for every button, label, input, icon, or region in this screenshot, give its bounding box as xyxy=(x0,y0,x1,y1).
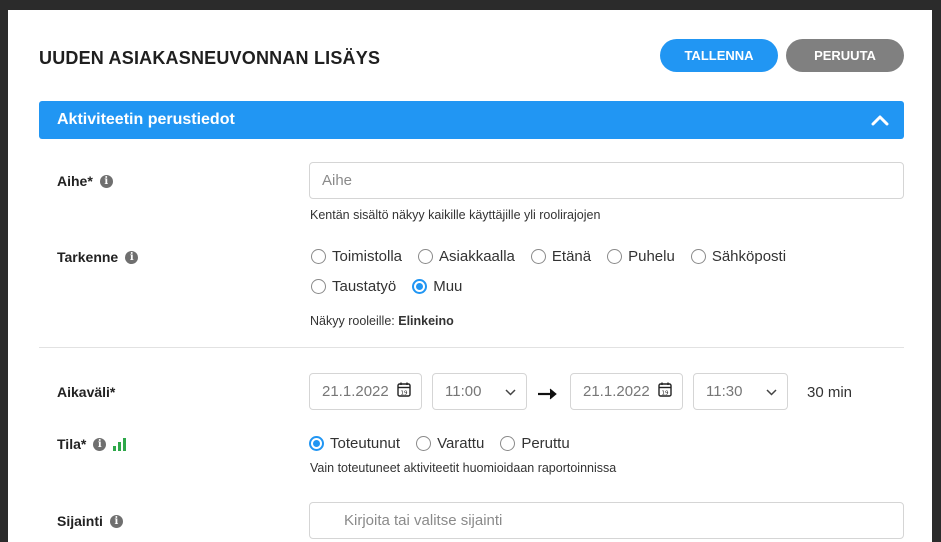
end-time-select[interactable]: 11:30 xyxy=(693,373,788,410)
radio-circle[interactable] xyxy=(311,249,326,264)
radio-sahkoposti[interactable]: Sähköposti xyxy=(690,248,787,265)
start-date-field[interactable]: 21.1.2022 19 xyxy=(309,373,422,410)
radio-toimistolla[interactable]: Toimistolla xyxy=(311,248,402,265)
sijainti-label-text: Sijainti xyxy=(57,513,103,529)
tila-label-text: Tila* xyxy=(57,436,87,452)
tila-radio-group: Toteutunut Varattu Peruttu xyxy=(309,435,586,452)
start-date-value: 21.1.2022 xyxy=(322,383,389,400)
aihe-label-text: Aihe* xyxy=(57,173,93,189)
radio-label: Etänä xyxy=(551,248,592,265)
info-icon[interactable]: i xyxy=(99,174,113,188)
signal-bars-icon xyxy=(113,437,127,451)
radio-circle[interactable] xyxy=(607,249,623,264)
tila-helper: Vain toteutuneet aktiviteetit huomioidaa… xyxy=(310,461,617,475)
tila-label: Tila* i xyxy=(57,436,127,452)
radio-label: Peruttu xyxy=(521,435,570,452)
sijainti-field xyxy=(309,502,904,539)
calendar-icon[interactable]: 19 xyxy=(658,382,672,401)
aihe-helper: Kentän sisältö näkyy kaikille käyttäjill… xyxy=(310,208,601,222)
radio-circle[interactable] xyxy=(418,249,434,264)
info-icon[interactable]: i xyxy=(125,250,139,264)
visibility-prefix: Näkyy rooleille: xyxy=(310,314,399,328)
tarkenne-visibility: Näkyy rooleille: Elinkeino xyxy=(310,314,454,328)
start-time-select[interactable]: 11:00 xyxy=(432,373,527,410)
form-sheet: UUDEN ASIAKASNEUVONNAN LISÄYS TALLENNA P… xyxy=(8,10,932,542)
info-icon[interactable]: i xyxy=(109,514,123,528)
radio-label: Puhelu xyxy=(628,248,675,265)
calendar-icon[interactable]: 19 xyxy=(397,382,411,401)
sijainti-label: Sijainti i xyxy=(57,513,123,529)
radio-circle[interactable] xyxy=(500,436,516,451)
radio-etana[interactable]: Etänä xyxy=(530,248,592,265)
radio-puhelu[interactable]: Puhelu xyxy=(607,248,675,265)
aikavali-label: Aikaväli* xyxy=(57,384,115,400)
tarkenne-label-text: Tarkenne xyxy=(57,249,119,265)
radio-circle[interactable] xyxy=(530,249,546,264)
radio-label: Toimistolla xyxy=(332,248,403,265)
chevron-up-icon[interactable] xyxy=(870,110,890,130)
aikavali-label-text: Aikaväli* xyxy=(57,384,116,400)
chevron-down-icon xyxy=(505,383,516,400)
page-title: UUDEN ASIAKASNEUVONNAN LISÄYS xyxy=(39,48,381,68)
aihe-input[interactable] xyxy=(309,162,904,199)
radio-varattu[interactable]: Varattu xyxy=(416,435,484,452)
radio-muu[interactable]: Muu xyxy=(412,278,462,295)
start-time-value: 11:00 xyxy=(445,383,482,400)
radio-circle[interactable] xyxy=(690,249,706,264)
radio-taustatyo[interactable]: Taustatyö xyxy=(311,278,396,295)
svg-text:19: 19 xyxy=(401,390,408,396)
info-icon[interactable]: i xyxy=(93,437,107,451)
radio-asiakkaalla[interactable]: Asiakkaalla xyxy=(418,248,515,265)
radio-label: Asiakkaalla xyxy=(439,248,515,265)
section-title: Aktiviteetin perustiedot xyxy=(57,111,235,128)
radio-circle[interactable] xyxy=(416,436,432,451)
section-header[interactable]: Aktiviteetin perustiedot xyxy=(39,101,904,139)
radio-label: Taustatyö xyxy=(332,278,397,295)
sijainti-input[interactable] xyxy=(309,502,904,539)
tarkenne-label: Tarkenne i xyxy=(57,249,139,265)
visibility-role: Elinkeino xyxy=(398,314,454,328)
save-button[interactable]: TALLENNA xyxy=(660,39,778,72)
tarkenne-radio-group-2: Taustatyö Muu xyxy=(311,278,478,295)
aihe-label: Aihe* i xyxy=(57,173,113,189)
radio-label: Muu xyxy=(433,278,463,295)
radio-circle[interactable] xyxy=(311,279,326,294)
radio-circle-selected[interactable] xyxy=(412,279,428,294)
end-date-value: 21.1.2022 xyxy=(583,383,650,400)
radio-circle-selected[interactable] xyxy=(309,436,324,451)
end-date-field[interactable]: 21.1.2022 19 xyxy=(570,373,683,410)
radio-peruttu[interactable]: Peruttu xyxy=(500,435,570,452)
cancel-button[interactable]: PERUUTA xyxy=(786,39,904,72)
radio-label: Toteutunut xyxy=(330,435,401,452)
radio-label: Varattu xyxy=(437,435,485,452)
radio-toteutunut[interactable]: Toteutunut xyxy=(309,435,400,452)
arrow-right-icon xyxy=(538,383,558,406)
chevron-down-icon xyxy=(766,383,777,400)
divider xyxy=(39,347,904,348)
svg-text:19: 19 xyxy=(662,390,669,396)
duration-text: 30 min xyxy=(807,384,853,401)
tarkenne-radio-group: Toimistolla Asiakkaalla Etänä Puhelu Säh… xyxy=(311,248,802,265)
end-time-value: 11:30 xyxy=(706,383,743,400)
radio-label: Sähköposti xyxy=(711,248,787,265)
